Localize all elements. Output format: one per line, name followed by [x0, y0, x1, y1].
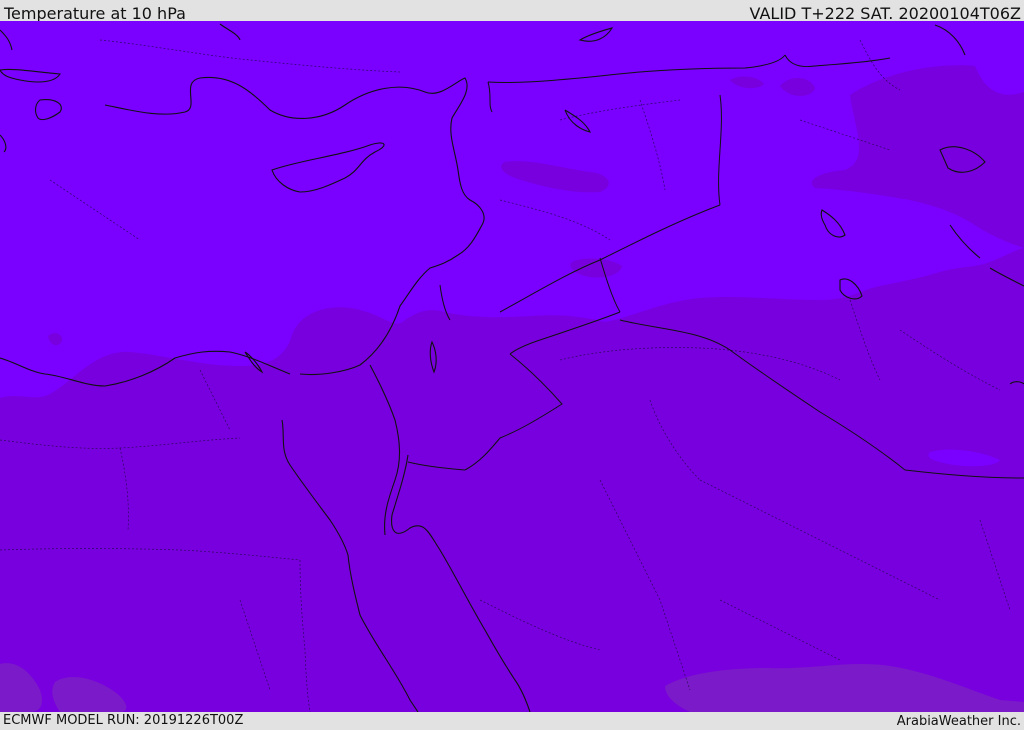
model-run-label: ECMWF MODEL RUN: 20191226T00Z — [3, 713, 244, 728]
footer-bar: ECMWF MODEL RUN: 20191226T00Z ArabiaWeat… — [0, 712, 1024, 729]
map-canvas — [0, 21, 1024, 712]
credit-label: ArabiaWeather Inc. — [896, 714, 1021, 729]
temperature-map[interactable] — [0, 21, 1024, 712]
header-bar: Temperature at 10 hPa VALID T+222 SAT. 2… — [0, 0, 1024, 23]
